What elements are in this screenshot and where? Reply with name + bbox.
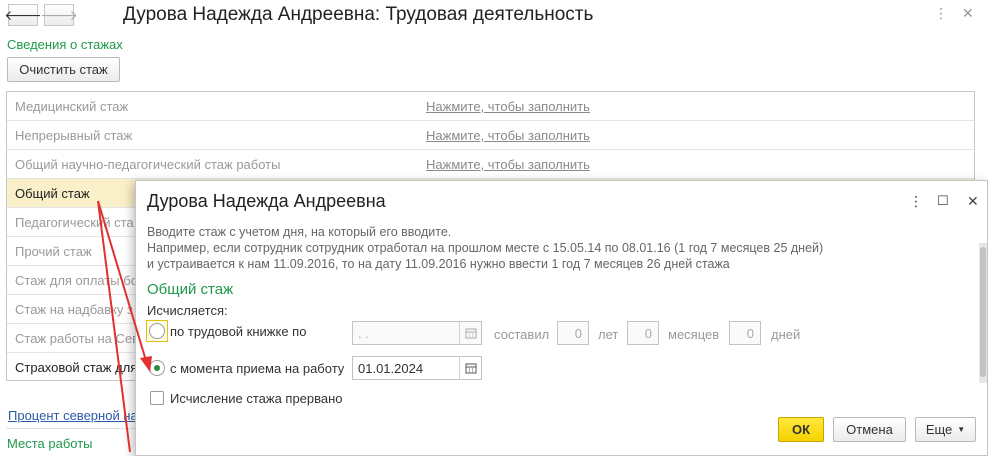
arrow-right-icon: 🡒 bbox=[40, 6, 78, 23]
row-label: Страховой стаж для bbox=[15, 360, 138, 375]
months-label: месяцев bbox=[668, 327, 720, 342]
hint-line: Вводите стаж с учетом дня, на который ег… bbox=[147, 225, 452, 239]
cancel-button[interactable]: Отмена bbox=[833, 417, 906, 442]
stazh-section-title[interactable]: Сведения о стажах bbox=[7, 37, 123, 52]
close-icon[interactable]: ✕ bbox=[967, 193, 979, 210]
ok-button[interactable]: ОК bbox=[778, 417, 824, 442]
days-value: 0 bbox=[746, 326, 754, 341]
row-label: Общий стаж bbox=[15, 186, 90, 201]
row-label: Стаж работы на Сев bbox=[15, 331, 140, 346]
radio-book[interactable] bbox=[149, 323, 165, 339]
calendar-icon bbox=[459, 322, 481, 344]
option-hire-label[interactable]: с момента приема на работу bbox=[170, 361, 344, 376]
stazh-dialog: Дурова Надежда Андреевна ⋮ ☐ ✕ Вводите с… bbox=[135, 180, 988, 456]
row-label: Стаж для оплаты бо bbox=[15, 273, 138, 288]
fill-link[interactable]: Нажмите, чтобы заполнить bbox=[426, 128, 590, 143]
years-field: 0 bbox=[557, 321, 589, 345]
more-button-label: Еще bbox=[925, 422, 953, 437]
clear-stazh-button[interactable]: Очистить стаж bbox=[7, 57, 120, 82]
more-vert-icon[interactable]: ⋮ bbox=[934, 5, 948, 22]
amounted-label: составил bbox=[494, 327, 550, 342]
book-date-field: . . bbox=[352, 321, 482, 345]
fill-link[interactable]: Нажмите, чтобы заполнить bbox=[426, 157, 590, 172]
close-icon[interactable]: ✕ bbox=[962, 5, 974, 22]
maximize-icon[interactable]: ☐ bbox=[937, 193, 949, 209]
northern-percent-link[interactable]: Процент северной на bbox=[8, 408, 138, 423]
dialog-section-title: Общий стаж bbox=[147, 281, 234, 298]
years-label: лет bbox=[598, 327, 619, 342]
option-book-label[interactable]: по трудовой книжке по bbox=[170, 324, 306, 339]
table-row[interactable]: Непрерывный стаж Нажмите, чтобы заполнит… bbox=[7, 121, 974, 150]
months-field: 0 bbox=[627, 321, 659, 345]
back-button[interactable]: 🡐 bbox=[4, 4, 42, 26]
page-title: Дурова Надежда Андреевна: Трудовая деяте… bbox=[123, 4, 594, 25]
forward-button[interactable]: 🡒 bbox=[40, 4, 78, 26]
row-label: Прочий стаж bbox=[15, 244, 92, 259]
table-row[interactable]: Медицинский стаж Нажмите, чтобы заполнит… bbox=[7, 92, 974, 121]
row-label: Стаж на надбавку з bbox=[15, 302, 133, 317]
days-field: 0 bbox=[729, 321, 761, 345]
more-vert-icon[interactable]: ⋮ bbox=[909, 193, 923, 210]
months-value: 0 bbox=[644, 326, 652, 341]
hire-date-field[interactable]: 01.01.2024 bbox=[352, 356, 482, 380]
dialog-title: Дурова Надежда Андреевна bbox=[147, 191, 386, 211]
years-value: 0 bbox=[574, 326, 582, 341]
hint-line: и устраивается к нам 11.09.2016, то на д… bbox=[147, 257, 730, 271]
calculated-label: Исчисляется: bbox=[147, 303, 228, 318]
row-label: Общий научно-педагогический стаж работы bbox=[15, 157, 281, 172]
row-label: Непрерывный стаж bbox=[15, 128, 133, 143]
hint-line: Например, если сотрудник сотрудник отраб… bbox=[147, 241, 824, 255]
row-label: Педагогический ста bbox=[15, 215, 134, 230]
dialog-scrollbar[interactable] bbox=[979, 243, 987, 383]
fill-link[interactable]: Нажмите, чтобы заполнить bbox=[426, 99, 590, 114]
workplaces-section-title[interactable]: Места работы bbox=[7, 436, 93, 451]
calendar-icon[interactable] bbox=[459, 357, 481, 379]
book-date-value: . . bbox=[358, 326, 369, 341]
interrupted-label[interactable]: Исчисление стажа прервано bbox=[170, 391, 343, 406]
table-row[interactable]: Общий научно-педагогический стаж работы … bbox=[7, 150, 974, 179]
divider bbox=[6, 428, 136, 429]
arrow-left-icon: 🡐 bbox=[4, 6, 42, 23]
interrupted-checkbox[interactable] bbox=[150, 391, 164, 405]
radio-hire[interactable] bbox=[149, 360, 165, 376]
scrollbar-thumb[interactable] bbox=[980, 247, 986, 377]
days-label: дней bbox=[771, 327, 801, 342]
more-button[interactable]: Еще ▼ bbox=[915, 417, 976, 442]
hire-date-value: 01.01.2024 bbox=[358, 361, 424, 376]
row-label: Медицинский стаж bbox=[15, 99, 129, 114]
chevron-down-icon: ▼ bbox=[957, 425, 966, 434]
